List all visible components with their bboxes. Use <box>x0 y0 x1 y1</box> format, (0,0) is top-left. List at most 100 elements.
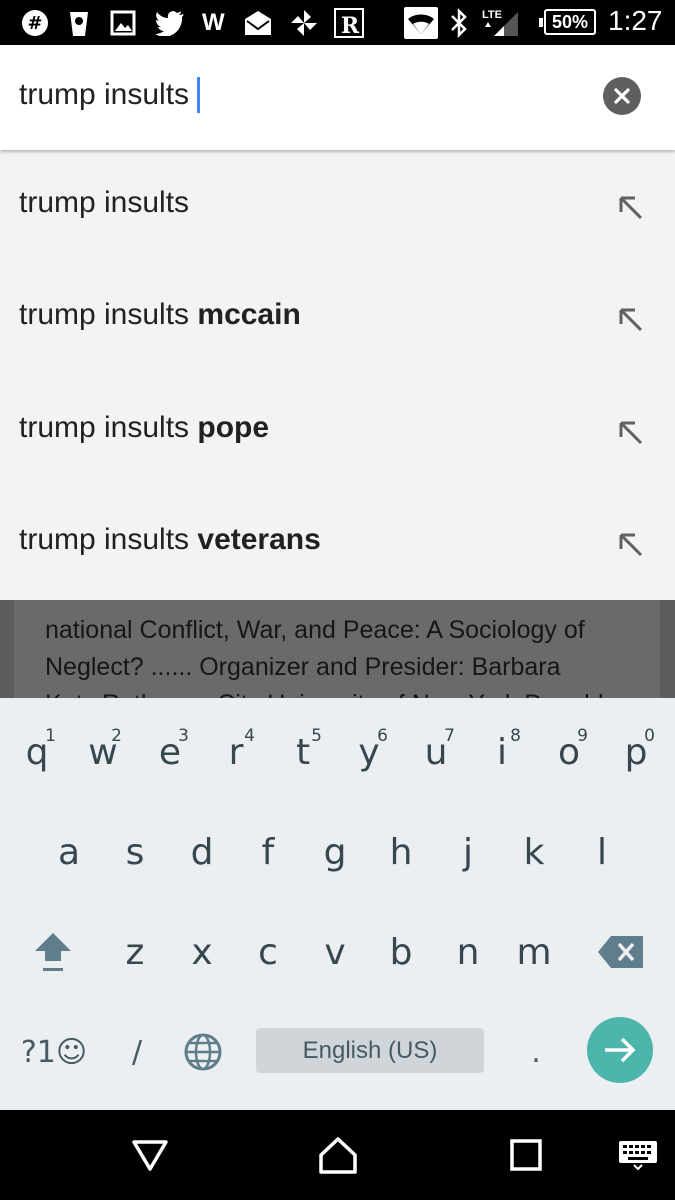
key-period[interactable]: . <box>503 1012 569 1092</box>
recents-icon <box>510 1139 542 1171</box>
key-j[interactable]: j <box>435 812 501 892</box>
symbols-key[interactable]: ?1☺ <box>14 1012 94 1092</box>
search-query-text: trump insults <box>19 78 190 111</box>
key-z[interactable]: z <box>102 912 168 992</box>
insert-suggestion-arrow-icon[interactable] <box>615 192 645 222</box>
insert-suggestion-arrow-icon[interactable] <box>615 529 645 559</box>
key-hint: 4 <box>244 726 255 746</box>
back-button[interactable] <box>128 1132 172 1178</box>
key-i[interactable]: 8i <box>469 712 535 792</box>
key-k[interactable]: k <box>501 812 567 892</box>
suggestion-prefix: trump insults <box>19 186 190 219</box>
cup-icon <box>68 8 90 38</box>
key-hint: 6 <box>377 726 388 746</box>
background-page-card <box>14 600 660 698</box>
background-text-line: Neglect? ...... Organizer and Presider: … <box>45 653 561 681</box>
recents-button[interactable] <box>506 1132 546 1178</box>
key-slash[interactable]: / <box>104 1012 170 1092</box>
language-key[interactable] <box>170 1012 236 1092</box>
suggestion-completion: veterans <box>197 523 321 556</box>
key-label: i <box>496 731 507 773</box>
key-u[interactable]: 7u <box>403 712 469 792</box>
key-g[interactable]: g <box>302 812 368 892</box>
text-cursor <box>197 77 201 113</box>
svg-text:R: R <box>341 13 360 39</box>
suggestion-label: trump insults <box>19 186 189 220</box>
suggestion-label: trump insults veterans <box>19 523 321 557</box>
suggestion-prefix: trump insults <box>19 523 198 556</box>
key-d[interactable]: d <box>169 812 235 892</box>
background-text-line: national Conflict, War, and Peace: A Soc… <box>45 616 585 644</box>
shift-arrow-icon <box>35 933 71 971</box>
key-p[interactable]: 0p <box>603 712 669 792</box>
insert-suggestion-arrow-icon[interactable] <box>615 304 645 334</box>
key-o[interactable]: 9o <box>536 712 602 792</box>
key-e[interactable]: 3e <box>137 712 203 792</box>
suggestion-prefix: trump insults <box>19 411 198 444</box>
backspace-icon <box>598 936 643 968</box>
key-q[interactable]: 1q <box>4 712 70 792</box>
key-hint: 8 <box>510 726 521 746</box>
key-m[interactable]: m <box>501 912 567 992</box>
suggestion-item[interactable]: trump insults veterans <box>0 487 675 599</box>
home-button[interactable] <box>316 1132 360 1178</box>
keyboard-switch-icon <box>619 1141 657 1170</box>
key-hint: 1 <box>45 726 56 746</box>
key-hint: 0 <box>644 726 655 746</box>
suggestion-item[interactable]: trump insults mccain <box>0 262 675 374</box>
clear-search-button[interactable] <box>603 77 641 115</box>
key-label: r <box>228 731 244 773</box>
key-x[interactable]: x <box>169 912 235 992</box>
insert-suggestion-arrow-icon[interactable] <box>615 417 645 447</box>
search-bar: trump insults <box>0 45 675 150</box>
twitter-icon <box>155 8 185 38</box>
search-input[interactable]: trump insults <box>19 77 201 113</box>
reader-icon: R <box>333 8 365 39</box>
close-icon <box>614 88 630 104</box>
key-h[interactable]: h <box>368 812 434 892</box>
key-y[interactable]: 6y <box>336 712 402 792</box>
key-a[interactable]: a <box>36 812 102 892</box>
suggestion-label: trump insults mccain <box>19 298 301 332</box>
enter-button[interactable] <box>587 1017 653 1083</box>
wifi-icon <box>404 7 438 39</box>
key-label: t <box>295 731 311 773</box>
key-r[interactable]: 4r <box>203 712 269 792</box>
key-b[interactable]: b <box>368 912 434 992</box>
keyboard-switch-button[interactable] <box>617 1132 659 1178</box>
key-c[interactable]: c <box>235 912 301 992</box>
space-bar[interactable]: English (US) <box>256 1028 484 1073</box>
suggestion-completion: pope <box>197 411 270 444</box>
pinwheel-icon <box>289 8 319 38</box>
shift-key[interactable] <box>20 912 86 992</box>
key-t[interactable]: 5t <box>270 712 336 792</box>
key-f[interactable]: f <box>235 812 301 892</box>
suggestion-label: trump insults pope <box>19 411 269 445</box>
navigation-bar <box>0 1110 675 1200</box>
back-icon <box>132 1140 168 1171</box>
svg-text:LTE: LTE <box>482 9 502 21</box>
mail-icon <box>243 8 273 38</box>
arrow-right-icon <box>605 1037 636 1063</box>
key-hint: 2 <box>111 726 122 746</box>
background-text-line: Katz Rothman, City University of New Yor… <box>45 690 604 698</box>
key-v[interactable]: v <box>302 912 368 992</box>
soft-keyboard: 1q 2w 3e 4r 5t 6y 7u 8i 9o 0p a s d f g … <box>0 698 675 1110</box>
clock: 1:27 <box>608 5 663 36</box>
key-s[interactable]: s <box>102 812 168 892</box>
status-bar: # W R LTE 50% 1:27 <box>0 0 675 45</box>
key-n[interactable]: n <box>435 912 501 992</box>
key-w[interactable]: 2w <box>70 712 136 792</box>
image-icon <box>110 8 136 38</box>
home-icon <box>319 1137 357 1174</box>
svg-text:#: # <box>27 13 42 34</box>
key-l[interactable]: l <box>569 812 635 892</box>
slack-icon: # <box>20 8 50 38</box>
wikipedia-icon: W <box>202 9 225 36</box>
backspace-key[interactable] <box>588 912 654 992</box>
suggestion-item[interactable]: trump insults pope <box>0 375 675 487</box>
lte-signal-icon: LTE <box>480 8 520 38</box>
battery-indicator: 50% <box>539 9 596 35</box>
suggestion-item[interactable]: trump insults <box>0 150 675 262</box>
key-hint: 9 <box>577 726 588 746</box>
